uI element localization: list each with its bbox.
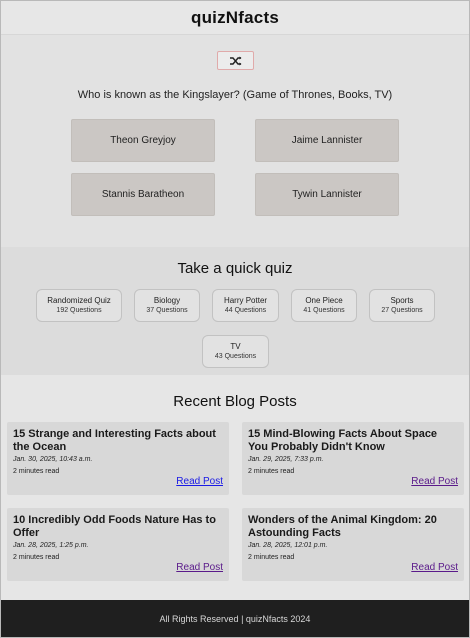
answer-option[interactable]: Jaime Lannister (255, 119, 399, 162)
quiz-card-sports[interactable]: Sports 27 Questions (369, 289, 435, 322)
quiz-name: Biology (153, 296, 181, 305)
site-title[interactable]: quizNfacts (191, 8, 279, 28)
post-read-time: 2 minutes read (248, 468, 295, 475)
quiz-card-tv[interactable]: TV 43 Questions (202, 335, 269, 368)
blog-section: Recent Blog Posts 15 Strange and Interes… (1, 375, 469, 600)
quiz-name: TV (230, 342, 241, 351)
answer-option[interactable]: Stannis Baratheon (71, 173, 215, 216)
quiz-card-biology[interactable]: Biology 37 Questions (134, 289, 200, 322)
post-date: Jan. 28, 2025, 12:01 p.m. (248, 542, 328, 549)
site-footer: All Rights Reserved | quizNfacts 2024 (1, 600, 469, 637)
quiz-card-randomized[interactable]: Randomized Quiz 192 Questions (36, 289, 122, 322)
quiz-name: Sports (390, 296, 414, 305)
post-date: Jan. 29, 2025, 7:33 p.m. (248, 456, 324, 463)
quick-quiz-heading: Take a quick quiz (177, 260, 293, 277)
quiz-name: Randomized Quiz (47, 296, 111, 305)
quiz-name: Harry Potter (223, 296, 268, 305)
shuffle-icon (229, 56, 241, 65)
quiz-card-one-piece[interactable]: One Piece 41 Questions (291, 289, 357, 322)
post-read-time: 2 minutes read (13, 554, 60, 561)
quick-quiz-section: Take a quick quiz Randomized Quiz 192 Qu… (1, 247, 469, 375)
blog-post-card: Wonders of the Animal Kingdom: 20 Astoun… (242, 508, 464, 581)
post-title[interactable]: 15 Mind-Blowing Facts About Space You Pr… (248, 428, 458, 454)
post-read-time: 2 minutes read (248, 554, 295, 561)
read-post-link[interactable]: Read Post (411, 562, 458, 573)
quiz-count: 44 Questions (224, 306, 267, 314)
answer-option[interactable]: Theon Greyjoy (71, 119, 215, 162)
quiz-count: 37 Questions (146, 306, 188, 314)
post-title[interactable]: 10 Incredibly Odd Foods Nature Has to Of… (13, 514, 223, 540)
post-read-time: 2 minutes read (13, 468, 60, 475)
question-text: Who is known as the Kingslayer? (Game of… (77, 89, 393, 101)
quiz-count: 27 Questions (381, 306, 423, 314)
quiz-name: One Piece (305, 296, 343, 305)
read-post-link[interactable]: Read Post (411, 476, 458, 487)
read-post-link[interactable]: Read Post (176, 476, 223, 487)
blog-post-card: 15 Strange and Interesting Facts about t… (7, 422, 229, 495)
post-title[interactable]: Wonders of the Animal Kingdom: 20 Astoun… (248, 514, 458, 540)
quiz-count: 43 Questions (214, 352, 257, 360)
question-section: Who is known as the Kingslayer? (Game of… (1, 35, 469, 247)
footer-text: All Rights Reserved | quizNfacts 2024 (159, 613, 311, 624)
read-post-link[interactable]: Read Post (176, 562, 223, 573)
blog-heading: Recent Blog Posts (173, 393, 297, 410)
post-date: Jan. 30, 2025, 10:43 a.m. (13, 456, 93, 463)
blog-post-card: 15 Mind-Blowing Facts About Space You Pr… (242, 422, 464, 495)
answer-option[interactable]: Tywin Lannister (255, 173, 399, 216)
quiz-card-harry-potter[interactable]: Harry Potter 44 Questions (212, 289, 279, 322)
quiz-count: 41 Questions (303, 306, 345, 314)
post-title[interactable]: 15 Strange and Interesting Facts about t… (13, 428, 223, 454)
blog-post-card: 10 Incredibly Odd Foods Nature Has to Of… (7, 508, 229, 581)
site-header: quizNfacts (1, 1, 469, 35)
shuffle-button[interactable] (217, 51, 254, 70)
quiz-count: 192 Questions (56, 306, 102, 314)
post-date: Jan. 28, 2025, 1:25 p.m. (13, 542, 89, 549)
